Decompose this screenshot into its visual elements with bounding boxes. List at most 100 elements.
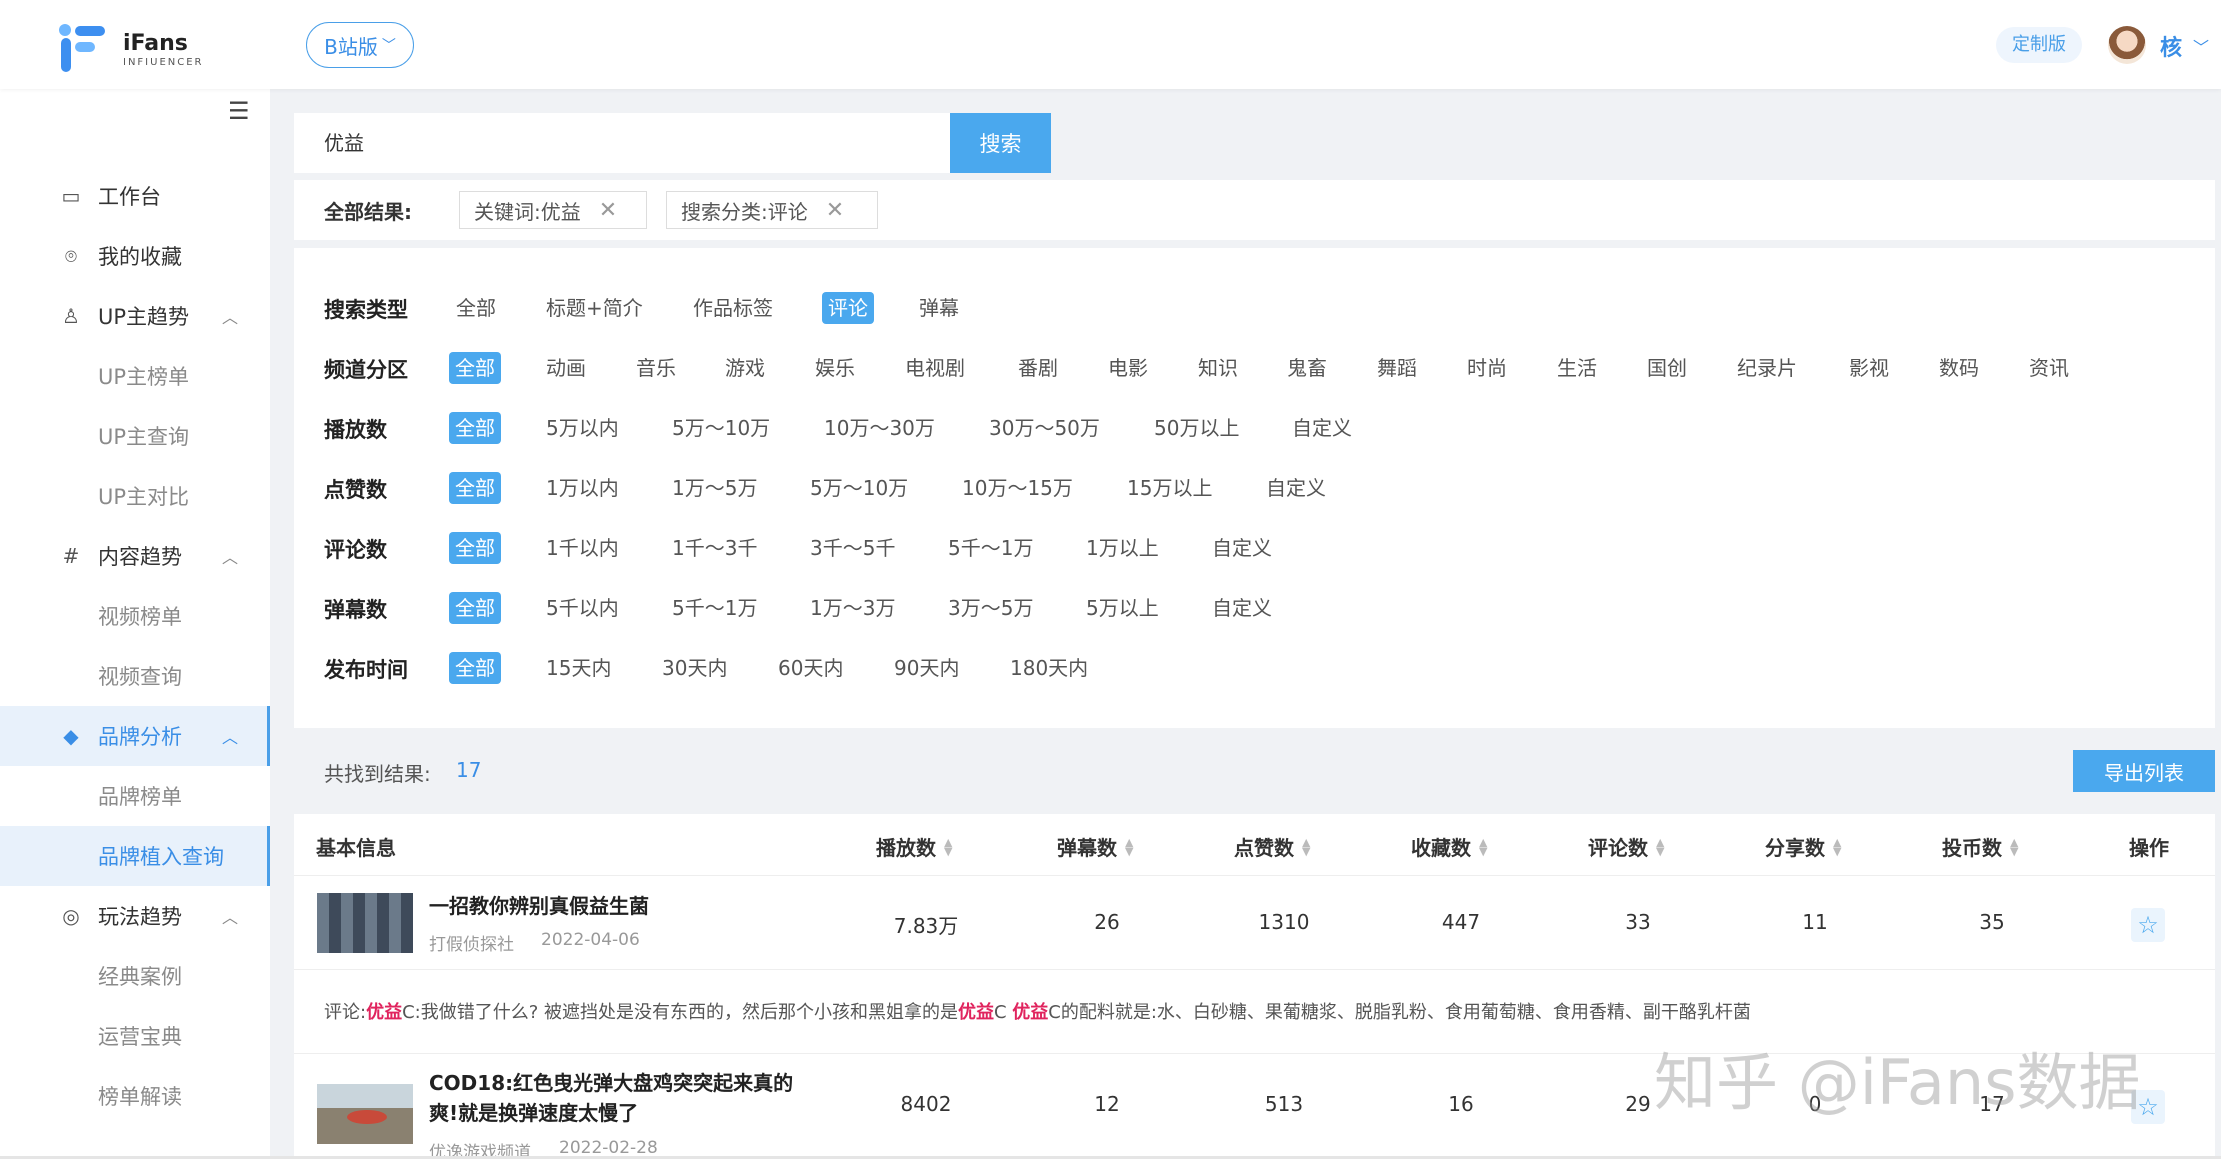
filter-option[interactable]: 1万以内	[540, 472, 625, 504]
column-header-plays[interactable]: 播放数 ▲ ▼	[876, 832, 952, 861]
filter-option[interactable]: 15万以上	[1121, 472, 1218, 504]
filter-option[interactable]: 30万～50万	[983, 412, 1106, 444]
sidebar-item-up-trend[interactable]: ♙ UP主趋势 ︿	[0, 286, 270, 346]
filter-option[interactable]: 游戏	[719, 352, 771, 384]
search-button[interactable]: 搜索	[950, 113, 1051, 173]
filter-option[interactable]: 60天内	[772, 652, 849, 684]
filter-option[interactable]: 3万～5万	[942, 592, 1039, 624]
category-chip[interactable]: 搜索分类:评论 ✕	[666, 191, 878, 229]
sidebar-item-up-rank[interactable]: UP主榜单	[0, 346, 270, 406]
filter-option[interactable]: 电影	[1102, 352, 1154, 384]
filter-option[interactable]: 电视剧	[899, 352, 971, 384]
video-title-line1[interactable]: COD18:红色曳光弹大盘鸡突突起来真的	[429, 1068, 793, 1098]
filter-option[interactable]: 娱乐	[809, 352, 861, 384]
sidebar-item-content-trend[interactable]: # 内容趋势 ︿	[0, 526, 270, 586]
filter-option[interactable]: 自定义	[1206, 592, 1278, 624]
close-icon[interactable]: ✕	[826, 198, 844, 223]
sidebar-item-play-trend[interactable]: ◎ 玩法趋势 ︿	[0, 886, 270, 946]
filter-option[interactable]: 5千以内	[540, 592, 625, 624]
filter-option-selected[interactable]: 全部	[449, 532, 501, 564]
filter-option[interactable]: 180天内	[1004, 652, 1094, 684]
filter-option[interactable]: 动画	[540, 352, 592, 384]
filter-option-selected[interactable]: 评论	[822, 292, 874, 324]
keyword-chip[interactable]: 关键词:优益 ✕	[459, 191, 647, 229]
filter-option[interactable]: 5万～10万	[804, 472, 914, 504]
filter-option-selected[interactable]: 全部	[449, 412, 501, 444]
user-name[interactable]: 核	[2160, 30, 2182, 62]
user-menu-chevron-icon[interactable]: ﹀	[2193, 34, 2209, 58]
filter-option[interactable]: 弹幕	[913, 292, 965, 324]
column-header-likes[interactable]: 点赞数 ▲ ▼	[1234, 832, 1310, 861]
sidebar-item-video-rank[interactable]: 视频榜单	[0, 586, 270, 646]
sidebar-item-workbench[interactable]: ▭ 工作台	[0, 166, 270, 226]
filter-option[interactable]: 10万～30万	[818, 412, 941, 444]
filter-option[interactable]: 50万以上	[1148, 412, 1245, 444]
filter-option[interactable]: 5千～1万	[666, 592, 763, 624]
filter-option[interactable]: 1万以上	[1080, 532, 1165, 564]
filter-option[interactable]: 1万～3万	[804, 592, 901, 624]
sidebar-item-up-compare[interactable]: UP主对比	[0, 466, 270, 526]
export-list-button[interactable]: 导出列表	[2073, 750, 2215, 792]
filter-option[interactable]: 时尚	[1461, 352, 1513, 384]
logo[interactable]: iFans INFIUENCER	[57, 24, 204, 74]
star-icon[interactable]: ☆	[2131, 908, 2165, 942]
filter-option[interactable]: 5千～1万	[942, 532, 1039, 564]
video-thumbnail[interactable]	[317, 1084, 413, 1144]
filter-option[interactable]: 影视	[1843, 352, 1895, 384]
sidebar-item-brand-placement[interactable]: 品牌植入查询	[0, 826, 270, 886]
column-header-favorites[interactable]: 收藏数 ▲ ▼	[1411, 832, 1487, 861]
filter-option[interactable]: 自定义	[1206, 532, 1278, 564]
filter-option[interactable]: 自定义	[1260, 472, 1332, 504]
column-header-shares[interactable]: 分享数 ▲ ▼	[1765, 832, 1841, 861]
filter-option[interactable]: 自定义	[1286, 412, 1358, 444]
filter-option[interactable]: 番剧	[1012, 352, 1064, 384]
filter-option[interactable]: 音乐	[630, 352, 682, 384]
filter-option[interactable]: 鬼畜	[1281, 352, 1333, 384]
filter-option-selected[interactable]: 全部	[449, 592, 501, 624]
sidebar-item-up-query[interactable]: UP主查询	[0, 406, 270, 466]
filter-option-selected[interactable]: 全部	[449, 352, 501, 384]
filter-option[interactable]: 1千～3千	[666, 532, 763, 564]
video-thumbnail[interactable]	[317, 893, 413, 953]
filter-option[interactable]: 1万～5万	[666, 472, 763, 504]
filter-option[interactable]: 10万～15万	[956, 472, 1079, 504]
filter-option[interactable]: 1千以内	[540, 532, 625, 564]
filter-option[interactable]: 3千～5千	[804, 532, 901, 564]
close-icon[interactable]: ✕	[599, 198, 617, 223]
sidebar-item-brand-rank[interactable]: 品牌榜单	[0, 766, 270, 826]
filter-option[interactable]: 作品标签	[687, 292, 779, 324]
version-select[interactable]: B站版 ﹀	[306, 22, 414, 68]
sidebar-item-classic-cases[interactable]: 经典案例	[0, 946, 270, 1006]
filter-option[interactable]: 90天内	[888, 652, 965, 684]
column-header-danmaku[interactable]: 弹幕数 ▲ ▼	[1057, 832, 1133, 861]
filter-option-selected[interactable]: 全部	[449, 472, 501, 504]
video-title[interactable]: 一招教你辨别真假益生菌	[429, 891, 649, 921]
filter-option[interactable]: 5万～10万	[666, 412, 776, 444]
filter-option[interactable]: 5万以内	[540, 412, 625, 444]
sidebar-item-video-query[interactable]: 视频查询	[0, 646, 270, 706]
filter-option[interactable]: 5万以上	[1080, 592, 1165, 624]
filter-option[interactable]: 全部	[450, 292, 502, 324]
sidebar-item-rank-explain[interactable]: 榜单解读	[0, 1066, 270, 1126]
column-header-comments[interactable]: 评论数 ▲ ▼	[1588, 832, 1664, 861]
filter-option[interactable]: 数码	[1933, 352, 1985, 384]
video-title-line2[interactable]: 爽!就是换弹速度太慢了	[429, 1098, 638, 1128]
sidebar-item-ops-guide[interactable]: 运营宝典	[0, 1006, 270, 1066]
sidebar-item-favorites[interactable]: ⌾ 我的收藏	[0, 226, 270, 286]
avatar[interactable]	[2108, 26, 2146, 64]
search-input[interactable]: 优益	[294, 113, 950, 173]
collapse-menu-icon[interactable]: ☰	[228, 97, 250, 125]
filter-option[interactable]: 知识	[1192, 352, 1244, 384]
filter-option[interactable]: 资讯	[2023, 352, 2075, 384]
column-header-coins[interactable]: 投币数 ▲ ▼	[1942, 832, 2018, 861]
custom-version-badge[interactable]: 定制版	[1996, 27, 2082, 63]
table-row[interactable]: 一招教你辨别真假益生菌 打假侦探社 2022-04-06 7.83万 26 13…	[294, 876, 2215, 970]
filter-option[interactable]: 标题+简介	[540, 292, 649, 324]
filter-option[interactable]: 国创	[1641, 352, 1693, 384]
filter-option[interactable]: 15天内	[540, 652, 617, 684]
filter-option[interactable]: 舞蹈	[1371, 352, 1423, 384]
sidebar-item-brand-analysis[interactable]: ◆ 品牌分析 ︿	[0, 706, 270, 766]
filter-option[interactable]: 纪录片	[1731, 352, 1803, 384]
filter-option-selected[interactable]: 全部	[449, 652, 501, 684]
filter-option[interactable]: 生活	[1551, 352, 1603, 384]
